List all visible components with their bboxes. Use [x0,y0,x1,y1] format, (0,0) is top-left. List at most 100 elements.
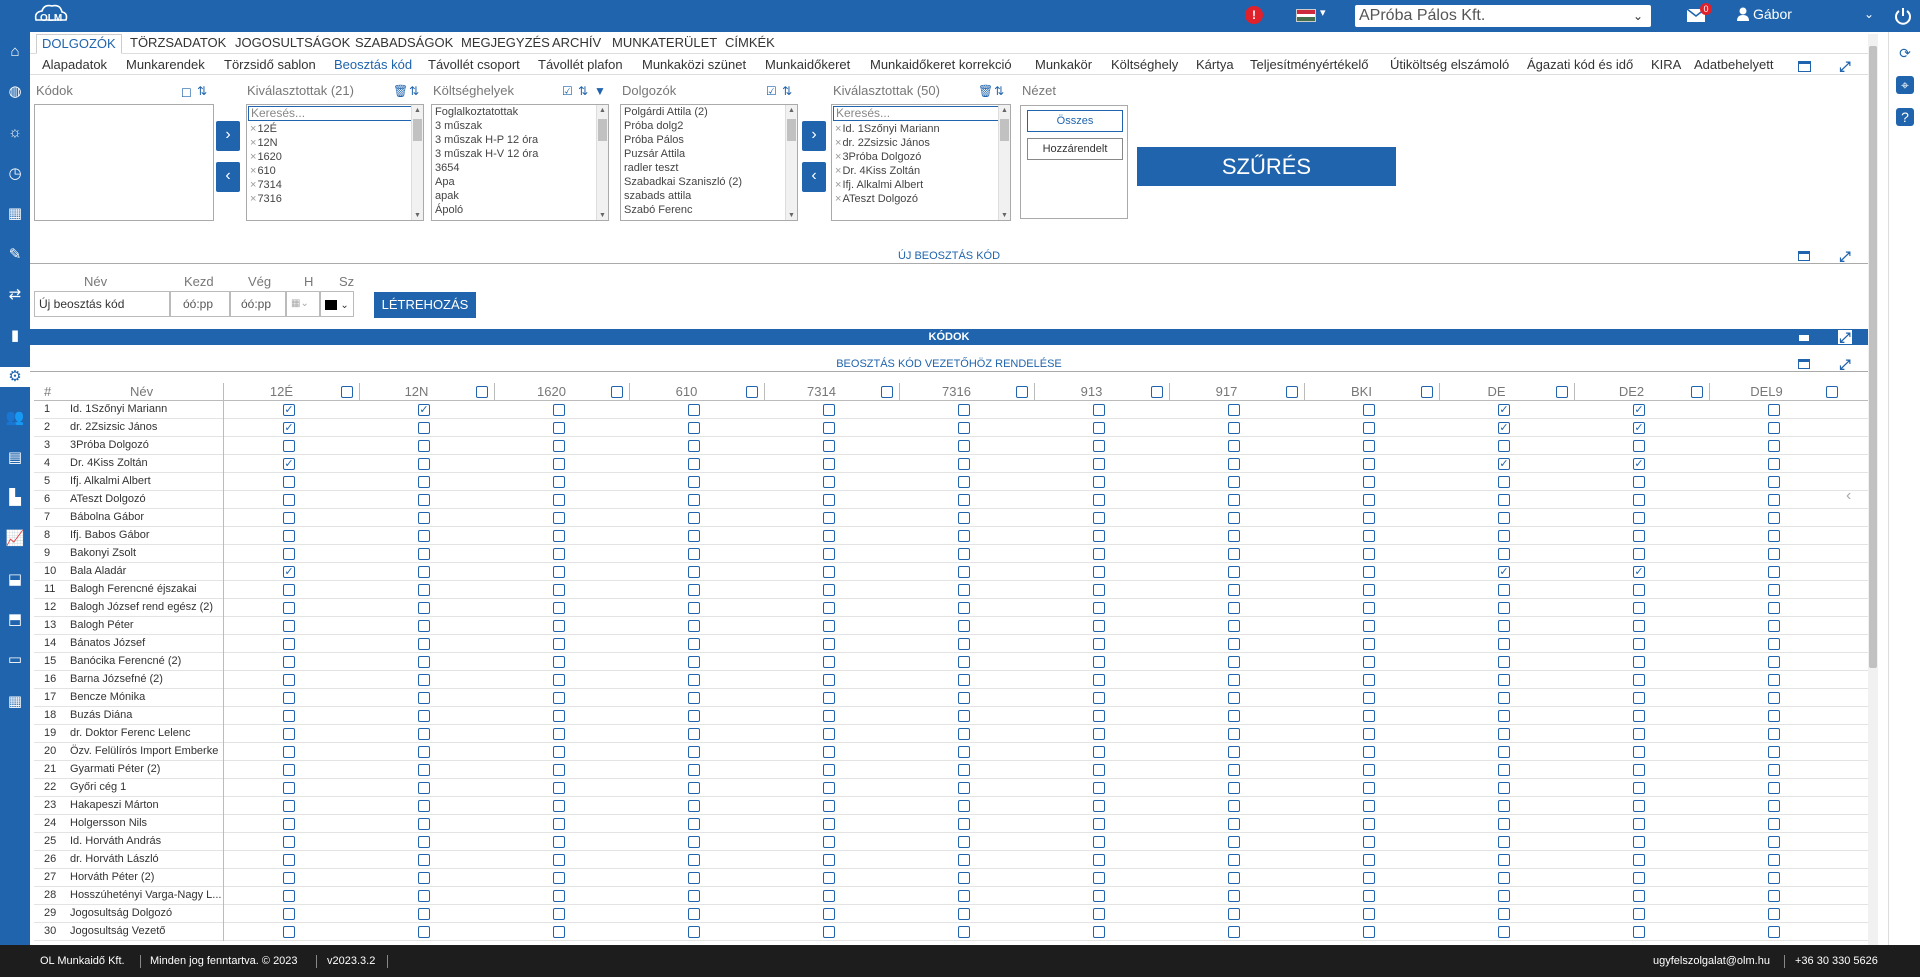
assign-checkbox[interactable] [1363,620,1375,632]
calendar-grid-icon[interactable]: ▦ [5,692,25,712]
main-tab-6[interactable]: MUNKATERÜLET [607,34,722,54]
chevron-left-icon[interactable]: ‹ [1846,487,1851,505]
assign-checkbox[interactable] [688,638,700,650]
list-item[interactable]: 3654 [432,161,608,175]
assign-checkbox[interactable] [283,656,295,668]
assign-checkbox[interactable] [553,728,565,740]
assign-checkbox[interactable] [1228,440,1240,452]
assign-checkbox[interactable] [553,584,565,596]
assign-checkbox[interactable] [1093,872,1105,884]
assign-checkbox[interactable] [958,800,970,812]
assign-checkbox[interactable] [418,746,430,758]
assign-checkbox[interactable] [958,818,970,830]
assign-checkbox[interactable] [1633,638,1645,650]
assign-checkbox[interactable] [688,584,700,596]
assign-checkbox[interactable] [283,764,295,776]
filter-button[interactable]: SZŰRÉS [1137,147,1396,186]
assign-checkbox[interactable] [418,782,430,794]
view-assigned-button[interactable]: Hozzárendelt [1027,138,1123,160]
assign-checkbox[interactable]: ✓ [283,566,295,578]
assign-checkbox[interactable] [1228,602,1240,614]
selected-codes-search-input[interactable]: Keresés... [248,106,422,121]
color-select[interactable]: ⌄ [320,291,354,317]
assign-checkbox[interactable] [418,728,430,740]
assign-checkbox[interactable] [418,620,430,632]
assign-checkbox[interactable] [823,512,835,524]
assign-checkbox[interactable] [283,854,295,866]
selected-employees-list[interactable]: Keresés... ▲ ▼ ×Id. 1Szőnyi Mariann ×dr. 2… [831,104,1011,221]
assign-checkbox[interactable] [553,800,565,812]
assign-checkbox[interactable] [1633,620,1645,632]
trash-icon[interactable]: 🗑 [978,84,993,98]
sub-tab-7[interactable]: Munkaidőkeret [765,57,850,72]
sub-tab-5[interactable]: Távollét plafon [538,57,623,72]
assign-checkbox[interactable] [1093,764,1105,776]
assign-checkbox[interactable] [823,620,835,632]
assign-checkbox[interactable] [418,512,430,524]
bar-chart-icon[interactable]: ▮ [5,326,25,346]
assign-checkbox[interactable] [1363,602,1375,614]
assign-checkbox[interactable] [1498,818,1510,830]
select-column-checkbox[interactable] [1421,386,1433,398]
remove-x-icon[interactable]: × [835,165,841,177]
assign-checkbox[interactable] [283,440,295,452]
list-item[interactable]: radler teszt [621,161,797,175]
assign-checkbox[interactable] [1363,404,1375,416]
assign-checkbox[interactable] [1768,890,1780,902]
users-icon[interactable]: 👥 [5,408,25,428]
remove-x-icon[interactable]: × [250,123,256,135]
assign-checkbox[interactable] [283,494,295,506]
remove-x-icon[interactable]: × [250,137,256,149]
list-item[interactable]: ×12É [247,122,423,136]
remove-left-button[interactable]: ‹ [216,162,240,192]
remove-x-icon[interactable]: × [835,137,841,149]
main-tab-7[interactable]: CÍMKÉK [720,34,780,54]
assign-checkbox[interactable] [1633,890,1645,902]
assign-checkbox[interactable] [1768,836,1780,848]
assign-checkbox[interactable] [958,422,970,434]
assign-checkbox[interactable] [1768,620,1780,632]
assign-checkbox[interactable] [1093,836,1105,848]
sort-icon[interactable]: ⇅ [578,84,588,98]
assign-checkbox[interactable] [1228,476,1240,488]
assign-checkbox[interactable] [688,422,700,434]
assign-checkbox[interactable] [823,602,835,614]
assign-checkbox[interactable] [958,404,970,416]
assign-checkbox[interactable] [283,710,295,722]
crosshair-icon[interactable]: ⌖ [1896,76,1914,94]
assign-checkbox[interactable] [1768,530,1780,542]
main-tab-2[interactable]: JOGOSULTSÁGOK [230,34,355,54]
assign-checkbox[interactable] [283,620,295,632]
tools-icon[interactable]: ✎ [5,245,25,265]
assign-checkbox[interactable] [823,746,835,758]
assign-checkbox[interactable] [688,800,700,812]
assign-checkbox[interactable] [418,566,430,578]
assign-checkbox[interactable] [1363,926,1375,938]
assign-checkbox[interactable]: ✓ [1498,458,1510,470]
select-column-checkbox[interactable] [746,386,758,398]
list-item[interactable]: ×3Próba Dolgozó [832,150,1010,164]
main-tab-3[interactable]: SZABADSÁGOK [350,34,458,54]
list-item[interactable]: 3 műszak [432,119,608,133]
assign-checkbox[interactable] [688,458,700,470]
assign-checkbox[interactable] [1228,548,1240,560]
scrollbar[interactable]: ▲ ▼ [785,105,797,220]
assign-checkbox[interactable] [1633,548,1645,560]
assign-checkbox[interactable] [1633,926,1645,938]
assign-checkbox[interactable] [283,926,295,938]
assign-checkbox[interactable] [1363,728,1375,740]
list-item[interactable]: Próba dolg2 [621,119,797,133]
assign-checkbox[interactable] [553,818,565,830]
assign-checkbox[interactable] [1498,710,1510,722]
assign-checkbox[interactable] [823,890,835,902]
assign-checkbox[interactable] [1093,692,1105,704]
assign-checkbox[interactable] [823,710,835,722]
create-button[interactable]: LÉTREHOZÁS [374,292,476,318]
assign-checkbox[interactable] [823,440,835,452]
alert-icon[interactable]: ! [1245,6,1263,24]
expand-panel-icon[interactable]: ⤢ [1838,59,1852,73]
assign-checkbox[interactable] [1093,926,1105,938]
assign-checkbox[interactable] [1498,674,1510,686]
user-chevron-down-icon[interactable]: ⌄ [1864,7,1874,21]
assign-checkbox[interactable] [823,872,835,884]
